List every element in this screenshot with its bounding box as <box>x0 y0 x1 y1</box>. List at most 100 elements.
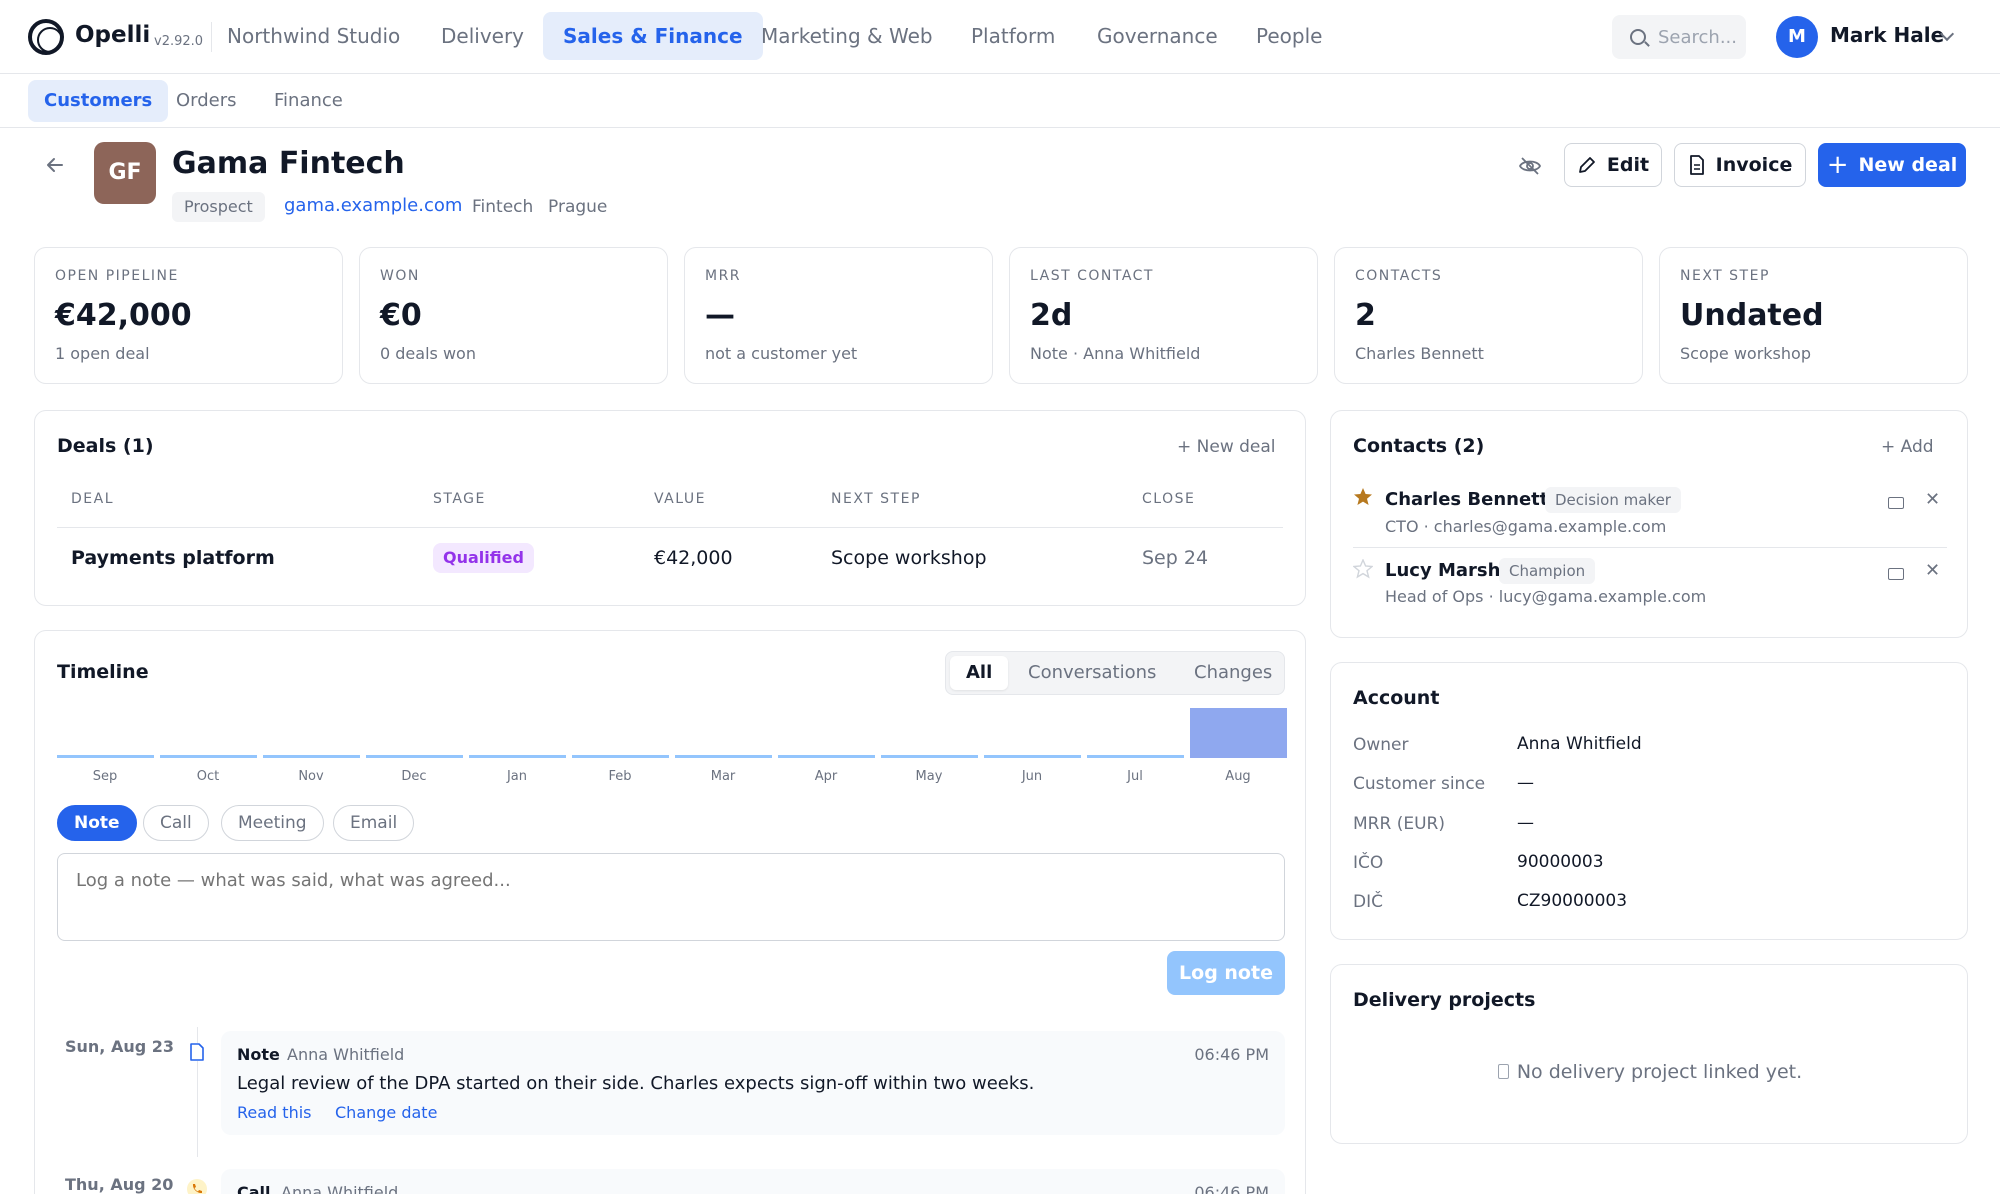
company-avatar: GF <box>94 142 156 204</box>
close-icon[interactable]: ✕ <box>1925 560 1940 581</box>
delivery-title: Delivery projects <box>1353 989 1536 1011</box>
month-label: Dec <box>401 769 427 784</box>
activity-bar-dec <box>366 755 463 758</box>
opelli-logo-icon[interactable] <box>28 19 64 55</box>
month-label: May <box>915 769 943 784</box>
month-label: Jun <box>1021 769 1043 784</box>
tab-finance[interactable]: Finance <box>258 80 359 122</box>
field-label: Customer since <box>1353 774 1486 794</box>
company-website-link[interactable]: gama.example.com <box>284 195 462 216</box>
nav-governance[interactable]: Governance <box>1077 12 1238 60</box>
ico-value: 90000003 <box>1517 852 1604 872</box>
deals-title: Deals (1) <box>57 435 154 457</box>
nav-people[interactable]: People <box>1236 12 1342 60</box>
col-value: VALUE <box>654 491 706 507</box>
contact-role-badge: Champion <box>1499 558 1596 584</box>
month-label: Apr <box>814 769 838 784</box>
stat-value: 2 <box>1355 298 1376 333</box>
timeline-date: Sun, Aug 23 <box>65 1037 175 1056</box>
contacts-panel: Contacts (2) + Add Charles Bennett Decis… <box>1330 410 1968 638</box>
table-divider <box>57 527 1283 528</box>
stat-sub: Note · Anna Whitfield <box>1030 344 1201 363</box>
edit-button-label: Edit <box>1606 154 1650 176</box>
tab-customers[interactable]: Customers <box>28 80 169 122</box>
entry-author: Anna Whitfield <box>281 1183 399 1194</box>
star-filled-icon[interactable] <box>1353 487 1373 507</box>
mail-icon[interactable] <box>1888 568 1904 580</box>
contact-name[interactable]: Lucy Marsh <box>1385 560 1500 581</box>
month-label: Jul <box>1127 769 1143 784</box>
dic-value: CZ90000003 <box>1517 891 1628 911</box>
month-label: Feb <box>608 769 632 784</box>
log-note-button[interactable]: Log note <box>1167 951 1285 995</box>
timeline-title: Timeline <box>57 661 149 683</box>
col-stage: STAGE <box>433 491 486 507</box>
eye-off-icon[interactable] <box>1518 154 1542 178</box>
nav-sales-finance[interactable]: Sales & Finance <box>543 12 763 60</box>
read-this-link[interactable]: Read this <box>237 1103 311 1122</box>
back-arrow-icon[interactable] <box>46 156 64 174</box>
filter-changes[interactable]: Changes <box>1178 656 1288 690</box>
search-box[interactable]: Search... <box>1612 15 1746 59</box>
owner-value: Anna Whitfield <box>1517 734 1642 754</box>
star-outline-icon[interactable] <box>1353 559 1373 579</box>
activity-bar-feb <box>572 755 669 758</box>
activity-bar-sep <box>57 755 154 758</box>
stat-value: €42,000 <box>55 298 192 333</box>
mail-icon[interactable] <box>1888 497 1904 509</box>
top-nav: Opelli v2.92.0 Northwind Studio Delivery… <box>0 0 2000 74</box>
account-title: Account <box>1353 687 1440 709</box>
deal-value: €42,000 <box>654 547 733 569</box>
close-icon[interactable]: ✕ <box>1925 489 1940 510</box>
stat-value: Undated <box>1680 298 1824 333</box>
tab-orders[interactable]: Orders <box>160 80 253 122</box>
month-label: Aug <box>1225 769 1251 784</box>
org-switcher[interactable]: Northwind Studio <box>227 24 400 48</box>
account-panel: Account Owner Anna Whitfield Customer si… <box>1330 662 1968 940</box>
nav-delivery[interactable]: Delivery <box>421 12 544 60</box>
change-date-link[interactable]: Change date <box>335 1103 437 1122</box>
search-input[interactable]: Search... <box>1658 27 1737 48</box>
row-divider <box>1353 547 1947 548</box>
deals-new-deal-link[interactable]: + New deal <box>1177 437 1276 457</box>
entry-body: Legal review of the DPA started on their… <box>237 1073 1035 1094</box>
timeline-date: Thu, Aug 20 <box>65 1175 174 1194</box>
stat-value: €0 <box>380 298 422 333</box>
type-call-button[interactable]: Call <box>143 805 209 841</box>
type-email-button[interactable]: Email <box>333 805 415 841</box>
month-label: Mar <box>710 769 736 784</box>
stat-value: — <box>705 298 735 333</box>
user-avatar[interactable]: M <box>1776 16 1818 58</box>
add-contact-link[interactable]: + Add <box>1881 437 1934 457</box>
stat-sub: not a customer yet <box>705 344 858 363</box>
type-note-button[interactable]: Note <box>57 805 137 841</box>
activity-bar-jan <box>469 755 566 758</box>
search-icon <box>1630 29 1646 45</box>
contact-name[interactable]: Charles Bennett <box>1385 489 1548 510</box>
col-close: CLOSE <box>1142 491 1196 507</box>
nav-marketing-web[interactable]: Marketing & Web <box>741 12 953 60</box>
empty-state-text: No delivery project linked yet. <box>1516 1061 1803 1083</box>
stat-value: 2d <box>1030 298 1073 333</box>
pencil-icon <box>1579 157 1595 173</box>
deal-name-link[interactable]: Payments platform <box>71 547 275 569</box>
customer-since-value: — <box>1517 773 1534 793</box>
new-deal-button[interactable]: + New deal <box>1818 143 1966 187</box>
activity-bar-aug <box>1190 708 1287 758</box>
edit-button[interactable]: Edit <box>1564 143 1662 187</box>
filter-conversations[interactable]: Conversations <box>1012 656 1172 690</box>
activity-bar-jun <box>984 755 1081 758</box>
contacts-title: Contacts (2) <box>1353 435 1485 457</box>
stat-sub: 1 open deal <box>55 344 150 363</box>
mrr-value: — <box>1517 813 1534 833</box>
type-meeting-button[interactable]: Meeting <box>221 805 324 841</box>
invoice-button[interactable]: Invoice <box>1674 143 1806 187</box>
field-label: Owner <box>1353 735 1409 755</box>
nav-platform[interactable]: Platform <box>951 12 1075 60</box>
stat-label: CONTACTS <box>1355 268 1443 284</box>
contact-role-badge: Decision maker <box>1545 487 1681 513</box>
user-name[interactable]: Mark Hale <box>1830 23 1944 47</box>
note-input[interactable] <box>57 853 1285 941</box>
filter-all[interactable]: All <box>950 656 1009 690</box>
col-deal: DEAL <box>71 491 115 507</box>
